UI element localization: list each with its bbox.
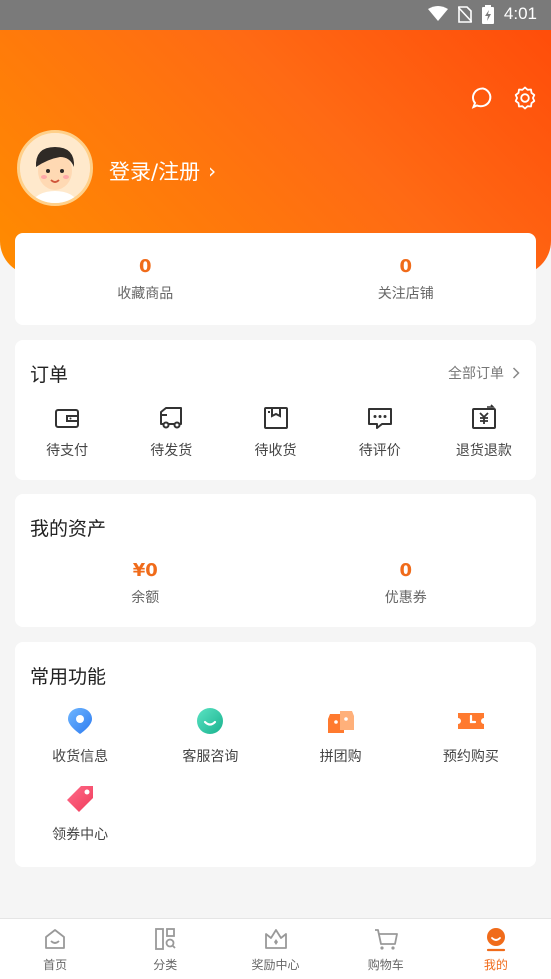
reservation-ticket-icon bbox=[457, 713, 484, 729]
gear-icon bbox=[514, 86, 536, 110]
login-register-label: 登录/注册 bbox=[109, 160, 201, 184]
profile-icon bbox=[486, 927, 506, 951]
order-pending-review-label: 待评价 bbox=[358, 443, 401, 459]
home-icon bbox=[45, 928, 65, 949]
truck-icon bbox=[160, 407, 183, 429]
orders-title: 订单 bbox=[30, 364, 69, 386]
favorites-count: 0 bbox=[138, 255, 152, 277]
favorites-label: 收藏商品 bbox=[117, 285, 174, 302]
order-pending-payment-label: 待支付 bbox=[46, 443, 89, 459]
tab-category[interactable]: 分类 bbox=[110, 919, 220, 979]
reservation-item[interactable]: 预约购买 bbox=[406, 706, 536, 766]
balance-value: ¥0 bbox=[132, 560, 158, 581]
coupons-value: 0 bbox=[399, 560, 413, 581]
common-functions-card: 常用功能 收货信息 客服咨询 拼团购 预约购买 领券中心 bbox=[15, 642, 536, 867]
order-pending-payment[interactable]: 待支付 bbox=[15, 404, 119, 460]
group-buy-icon bbox=[327, 711, 354, 733]
tab-cart-label: 购物车 bbox=[367, 957, 404, 972]
tab-rewards-label: 奖励中心 bbox=[251, 957, 300, 972]
group-buy-item[interactable]: 拼团购 bbox=[276, 706, 406, 766]
order-refund-label: 退货退款 bbox=[455, 443, 512, 459]
tab-home[interactable]: 首页 bbox=[0, 919, 110, 979]
tab-profile[interactable]: 我的 bbox=[441, 919, 551, 979]
wifi-icon bbox=[427, 6, 448, 21]
assets-row: ¥0 余额 0 优惠券 bbox=[15, 560, 536, 607]
status-icons: 4:01 bbox=[427, 4, 537, 24]
reward-crown-icon bbox=[264, 928, 287, 949]
coupon-tag-icon bbox=[67, 786, 94, 812]
battery-charging-icon bbox=[481, 4, 494, 24]
login-register-link[interactable]: 登录/注册 › bbox=[109, 156, 216, 186]
order-refund[interactable]: 退货退款 bbox=[432, 404, 536, 460]
followed-shops-stat[interactable]: 0 关注店铺 bbox=[276, 233, 537, 325]
header-actions bbox=[471, 86, 537, 110]
order-status-row: 待支付 待发货 待收货 待评价 退货退款 bbox=[15, 404, 536, 460]
coupon-center-label: 领券中心 bbox=[52, 827, 109, 843]
order-pending-review[interactable]: 待评价 bbox=[328, 404, 432, 460]
followed-shops-label: 关注店铺 bbox=[377, 285, 434, 302]
order-pending-shipment-label: 待发货 bbox=[150, 443, 193, 459]
orders-card: 订单 全部订单 待支付 待发货 待收货 待评价 退货退款 bbox=[15, 340, 536, 480]
no-sim-icon bbox=[457, 5, 472, 23]
cart-icon bbox=[374, 928, 398, 950]
group-buy-label: 拼团购 bbox=[319, 749, 362, 765]
order-pending-receipt-label: 待收货 bbox=[254, 443, 297, 459]
comment-icon bbox=[367, 408, 392, 429]
tab-category-label: 分类 bbox=[153, 957, 178, 972]
chat-bubble-icon bbox=[471, 87, 492, 109]
followed-shops-count: 0 bbox=[399, 255, 413, 277]
assets-title: 我的资产 bbox=[30, 518, 107, 540]
balance-label: 余额 bbox=[131, 590, 160, 606]
chevron-right-icon: › bbox=[208, 159, 217, 183]
favorites-stat[interactable]: 0 收藏商品 bbox=[15, 233, 276, 325]
common-functions-grid: 收货信息 客服咨询 拼团购 预约购买 领券中心 bbox=[15, 706, 536, 844]
order-pending-receipt[interactable]: 待收货 bbox=[223, 404, 327, 460]
all-orders-label: 全部订单 bbox=[448, 366, 504, 382]
category-icon bbox=[155, 927, 176, 950]
shipping-address-item[interactable]: 收货信息 bbox=[15, 706, 145, 766]
reservation-label: 预约购买 bbox=[442, 749, 499, 765]
bottom-tab-bar: 首页 分类 奖励中心 购物车 我的 bbox=[0, 918, 551, 979]
coupons-label: 优惠券 bbox=[384, 590, 427, 606]
tab-cart[interactable]: 购物车 bbox=[331, 919, 441, 979]
balance-stat[interactable]: ¥0 余额 bbox=[15, 560, 276, 607]
status-time: 4:01 bbox=[503, 4, 537, 23]
package-icon bbox=[263, 407, 288, 429]
chevron-right-icon bbox=[512, 367, 520, 379]
common-functions-title: 常用功能 bbox=[30, 666, 107, 688]
refund-icon bbox=[471, 404, 496, 429]
all-orders-link[interactable]: 全部订单 bbox=[448, 363, 520, 383]
wallet-icon bbox=[55, 409, 80, 428]
avatar-boy-icon bbox=[20, 133, 90, 203]
tab-profile-label: 我的 bbox=[483, 957, 508, 972]
order-pending-shipment[interactable]: 待发货 bbox=[119, 404, 223, 460]
message-button[interactable] bbox=[471, 86, 495, 110]
customer-service-label: 客服咨询 bbox=[182, 749, 239, 765]
customer-service-item[interactable]: 客服咨询 bbox=[145, 706, 275, 766]
status-bar: 4:01 bbox=[0, 0, 551, 30]
tab-home-label: 首页 bbox=[43, 957, 68, 972]
assets-card: 我的资产 ¥0 余额 0 优惠券 bbox=[15, 494, 536, 627]
stats-card: 0 收藏商品 0 关注店铺 bbox=[15, 233, 536, 325]
customer-service-icon bbox=[197, 708, 224, 734]
shipping-address-label: 收货信息 bbox=[52, 749, 109, 765]
coupons-stat[interactable]: 0 优惠券 bbox=[276, 560, 537, 607]
coupon-center-item[interactable]: 领券中心 bbox=[15, 784, 145, 844]
location-pin-icon bbox=[68, 708, 93, 734]
tab-rewards[interactable]: 奖励中心 bbox=[220, 919, 330, 979]
settings-button[interactable] bbox=[513, 86, 537, 110]
avatar[interactable] bbox=[17, 130, 93, 206]
